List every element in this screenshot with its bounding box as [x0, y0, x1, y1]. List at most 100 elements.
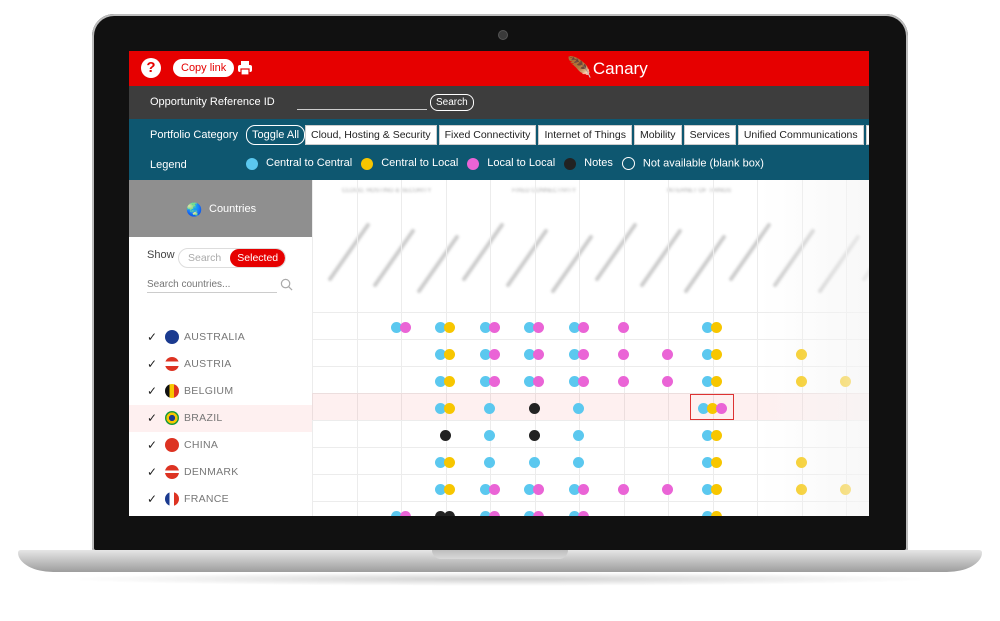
matrix-cell[interactable]	[662, 482, 673, 495]
matrix-cell[interactable]	[573, 428, 584, 441]
matrix-cell[interactable]	[435, 320, 455, 333]
matrix-cell[interactable]	[528, 455, 540, 468]
matrix-cell[interactable]	[568, 320, 589, 333]
matrix-cell[interactable]	[479, 482, 500, 495]
matrix-cell[interactable]	[484, 428, 495, 441]
country-name: BRAZIL	[184, 412, 223, 424]
matrix-cell[interactable]	[435, 374, 455, 387]
matrix-cell[interactable]	[573, 401, 584, 414]
matrix-cell[interactable]	[484, 401, 495, 414]
flag-icon	[165, 330, 179, 344]
category-tab[interactable]: Cloud, Hosting & Security	[305, 125, 437, 145]
highlighted-cell[interactable]	[690, 394, 734, 420]
matrix-cell[interactable]	[702, 374, 722, 387]
matrix-cell[interactable]	[662, 374, 673, 387]
country-row[interactable]: ✓ AUSTRALIA	[129, 324, 312, 351]
matrix-cell[interactable]	[528, 401, 540, 414]
matrix-cell[interactable]	[479, 347, 500, 360]
matrix-cell[interactable]	[617, 320, 629, 333]
checkmark-icon[interactable]: ✓	[147, 330, 157, 344]
help-icon[interactable]: ?	[141, 58, 161, 78]
column-header[interactable]	[371, 228, 416, 288]
matrix-cell[interactable]	[524, 509, 544, 516]
country-row[interactable]: ✓ BRAZIL	[129, 405, 312, 432]
matrix-cell[interactable]	[524, 482, 544, 495]
selected-tab[interactable]: Selected	[230, 249, 286, 267]
category-tab[interactable]: Mobility	[633, 125, 682, 145]
country-row[interactable]: ✓ DENMARK	[129, 459, 312, 486]
column-header[interactable]	[505, 228, 549, 288]
checkmark-icon[interactable]: ✓	[147, 357, 157, 371]
status-dot	[444, 511, 455, 516]
country-row[interactable]: ✓ CHINA	[129, 432, 312, 459]
print-icon[interactable]	[237, 60, 253, 76]
matrix-cell[interactable]	[390, 509, 411, 516]
status-dot	[617, 484, 629, 495]
search-icon[interactable]	[280, 278, 293, 291]
matrix-cell[interactable]	[617, 482, 629, 495]
matrix-cell[interactable]	[568, 509, 589, 516]
matrix-cell[interactable]	[568, 347, 589, 360]
category-tab[interactable]: Services	[683, 125, 736, 145]
matrix-cell[interactable]	[484, 455, 495, 468]
column-header[interactable]	[460, 222, 505, 282]
matrix-cell[interactable]	[702, 455, 722, 468]
column-header[interactable]	[327, 222, 371, 282]
status-dot	[488, 484, 500, 495]
matrix-cell[interactable]	[435, 401, 455, 414]
category-tab[interactable]: Fixed Connectivity	[438, 125, 537, 145]
country-row[interactable]: ✓JAPAN	[129, 513, 312, 516]
matrix-cell[interactable]	[435, 482, 455, 495]
status-dot	[662, 376, 673, 387]
country-row[interactable]: ✓ BELGIUM	[129, 378, 312, 405]
matrix-cell[interactable]	[662, 347, 673, 360]
category-tab[interactable]: V	[865, 125, 869, 145]
matrix-cell[interactable]	[573, 455, 584, 468]
status-dot	[617, 349, 629, 360]
matrix-cell[interactable]	[568, 482, 589, 495]
column-header[interactable]	[638, 228, 683, 288]
column-header[interactable]	[594, 222, 638, 282]
matrix-cell[interactable]	[439, 428, 451, 441]
copy-link-button[interactable]: Copy link	[173, 59, 235, 77]
reference-id-input[interactable]	[297, 95, 427, 110]
matrix-cell[interactable]	[524, 347, 544, 360]
country-row[interactable]: ✓ FRANCE	[129, 486, 312, 513]
matrix-cell[interactable]	[568, 374, 589, 387]
category-tab[interactable]: Internet of Things	[538, 125, 632, 145]
matrix-cell[interactable]	[528, 428, 540, 441]
toggle-all-button[interactable]: Toggle All	[246, 125, 306, 145]
checkmark-icon[interactable]: ✓	[147, 438, 157, 452]
matrix-cell[interactable]	[702, 347, 722, 360]
matrix-cell[interactable]	[617, 347, 629, 360]
column-header[interactable]	[416, 234, 460, 294]
matrix-cell[interactable]	[435, 509, 455, 516]
column-header[interactable]	[683, 234, 727, 294]
matrix-cell[interactable]	[479, 374, 500, 387]
checkmark-icon[interactable]: ✓	[147, 492, 157, 506]
country-name: AUSTRIA	[184, 358, 232, 370]
matrix-cell[interactable]	[702, 428, 722, 441]
column-header[interactable]	[549, 234, 594, 294]
search-button[interactable]: Search	[430, 94, 474, 111]
matrix-cell[interactable]	[702, 482, 722, 495]
matrix-cell[interactable]	[390, 320, 411, 333]
checkmark-icon[interactable]: ✓	[147, 411, 157, 425]
matrix-cell[interactable]	[524, 374, 544, 387]
matrix-cell[interactable]	[479, 509, 500, 516]
matrix-cell[interactable]	[617, 374, 629, 387]
country-search-input[interactable]	[147, 276, 277, 293]
matrix-cell[interactable]	[479, 320, 500, 333]
matrix-cell[interactable]	[702, 509, 722, 516]
country-row[interactable]: ✓ AUSTRIA	[129, 351, 312, 378]
matrix-cell[interactable]	[702, 320, 722, 333]
checkmark-icon[interactable]: ✓	[147, 384, 157, 398]
category-tab[interactable]: Unified Communications	[737, 125, 864, 145]
matrix-cell[interactable]	[524, 320, 544, 333]
search-tab[interactable]: Search	[179, 249, 230, 267]
flag-icon	[165, 465, 179, 479]
checkmark-icon[interactable]: ✓	[147, 465, 157, 479]
matrix-cell[interactable]	[435, 455, 455, 468]
matrix-cell[interactable]	[435, 347, 455, 360]
countries-header[interactable]: 🌏 Countries	[129, 180, 312, 237]
